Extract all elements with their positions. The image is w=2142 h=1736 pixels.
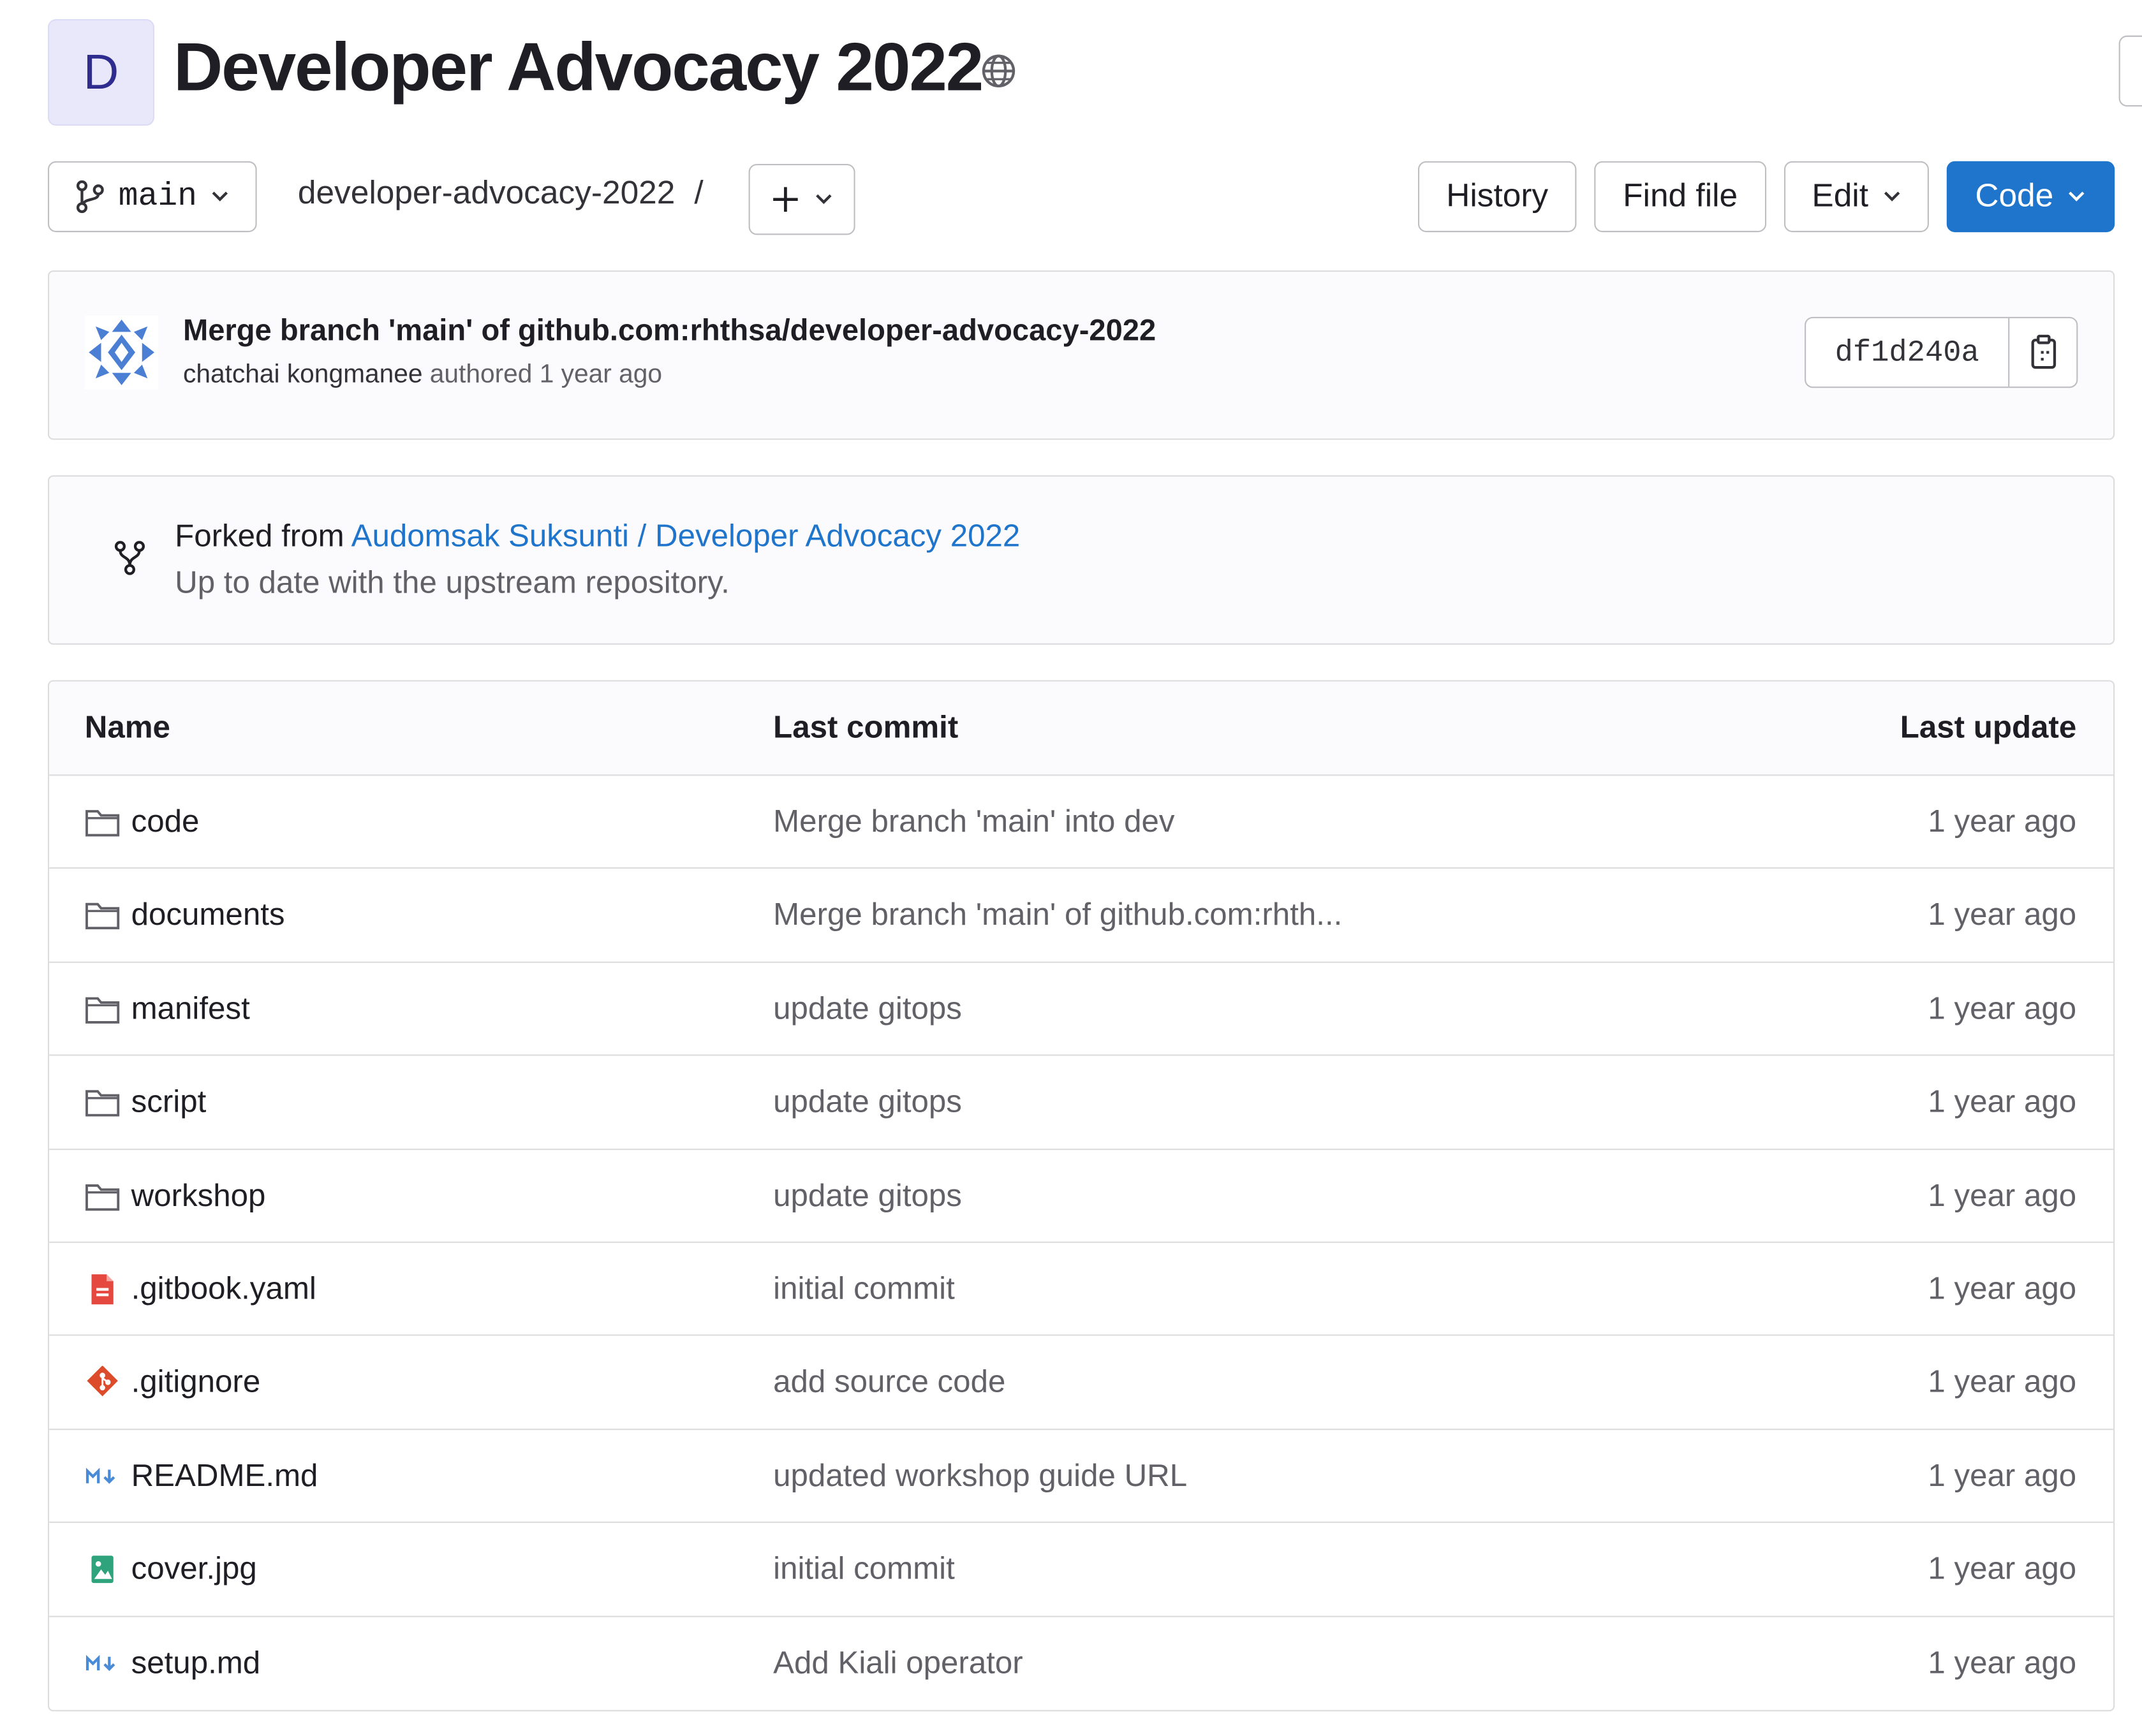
history-button[interactable]: History: [1417, 161, 1577, 233]
fork-status-text: Up to date with the upstream repository.: [175, 564, 730, 600]
chevron-down-icon: [1884, 191, 1900, 202]
branch-selector[interactable]: main: [47, 161, 257, 233]
breadcrumb-project-link[interactable]: developer-advocacy-2022: [298, 175, 675, 212]
last-commit-link[interactable]: add source code: [773, 1364, 1005, 1401]
git-file-icon: [85, 1365, 121, 1399]
code-button-label: Code: [1975, 177, 2054, 215]
commit-title-link[interactable]: Merge branch 'main' of github.com:rhthsa…: [183, 313, 1156, 348]
copy-sha-button[interactable]: [2009, 318, 2076, 386]
folder-link[interactable]: manifest: [131, 990, 250, 1027]
forked-from-text: Forked from Audomsak Suksunti / Develope…: [175, 518, 1020, 555]
edit-button-label: Edit: [1812, 177, 1869, 215]
file-tree-table: Name Last commit Last update code Merge b…: [47, 680, 2115, 1712]
plus-icon: [773, 187, 798, 212]
last-update-time: 1 year ago: [1928, 1644, 2077, 1680]
last-commit-link[interactable]: update gitops: [773, 990, 962, 1027]
last-commit-link[interactable]: update gitops: [773, 1084, 962, 1121]
folder-icon: [85, 1179, 121, 1212]
folder-icon: [85, 899, 121, 932]
column-header-name: Name: [84, 709, 170, 745]
folder-link[interactable]: script: [131, 1084, 207, 1121]
table-header: Name Last commit Last update: [49, 681, 2114, 776]
project-avatar: D: [47, 18, 155, 126]
last-update-time: 1 year ago: [1928, 896, 2077, 932]
breadcrumb-separator: /: [694, 175, 704, 212]
history-button-label: History: [1446, 177, 1549, 215]
last-update-time: 1 year ago: [1928, 1270, 2077, 1306]
last-commit-panel: Merge branch 'main' of github.com:rhthsa…: [47, 270, 2115, 440]
branch-name: main: [118, 178, 198, 216]
folder-link[interactable]: workshop: [131, 1177, 266, 1214]
edit-button[interactable]: Edit: [1784, 161, 1929, 233]
commit-sha[interactable]: df1d240a: [1806, 318, 2010, 387]
file-link[interactable]: .gitignore: [131, 1364, 261, 1401]
markdown-file-icon: [85, 1460, 121, 1492]
markdown-file-icon: [85, 1647, 121, 1679]
page-title: Developer Advocacy 2022: [173, 28, 984, 105]
last-commit-link[interactable]: Add Kiali operator: [773, 1644, 1023, 1681]
last-update-time: 1 year ago: [1928, 1177, 2077, 1212]
file-link[interactable]: cover.jpg: [131, 1550, 257, 1587]
fork-info-panel: Forked from Audomsak Suksunti / Develope…: [47, 475, 2115, 645]
table-body: code Merge branch 'main' into dev 1 year a…: [49, 776, 2114, 1710]
breadcrumb: developer-advocacy-2022 /: [298, 175, 704, 213]
file-link[interactable]: README.md: [131, 1457, 318, 1494]
column-header-last-update: Last update: [1900, 709, 2077, 745]
table-row[interactable]: setup.md Add Kiali operator 1 year ago: [49, 1617, 2113, 1710]
copy-to-clipboard-icon: [2030, 334, 2056, 369]
add-to-tree-button[interactable]: [748, 163, 855, 235]
globe-icon: [982, 54, 1016, 88]
file-link[interactable]: setup.md: [131, 1644, 261, 1681]
notification-button[interactable]: [2118, 35, 2142, 107]
commit-authored-time: authored 1 year ago: [429, 360, 663, 390]
last-update-time: 1 year ago: [1928, 1550, 2077, 1586]
last-update-time: 1 year ago: [1928, 1083, 2077, 1119]
chevron-down-icon: [212, 191, 228, 202]
find-file-button[interactable]: Find file: [1594, 161, 1767, 233]
table-row[interactable]: documents Merge branch 'main' of github.c…: [49, 869, 2114, 963]
table-row[interactable]: cover.jpg initial commit 1 year ago: [49, 1523, 2114, 1617]
forked-from-prefix: Forked from: [175, 517, 344, 554]
last-commit-link[interactable]: Merge branch 'main' of github.com:rhth..…: [773, 897, 1342, 934]
last-commit-link[interactable]: Merge branch 'main' into dev: [773, 803, 1174, 840]
table-row[interactable]: .gitignore add source code 1 year ago: [49, 1336, 2114, 1430]
table-row[interactable]: manifest update gitops 1 year ago: [49, 962, 2114, 1056]
table-row[interactable]: README.md updated workshop guide URL 1 yea…: [49, 1430, 2114, 1524]
chevron-down-icon: [2069, 191, 2085, 202]
chevron-down-icon: [816, 194, 832, 204]
code-button[interactable]: Code: [1946, 161, 2115, 233]
author-avatar[interactable]: [84, 315, 159, 390]
find-file-button-label: Find file: [1623, 177, 1738, 215]
yaml-file-icon: [85, 1273, 121, 1306]
last-commit-link[interactable]: update gitops: [773, 1177, 962, 1214]
forked-from-link[interactable]: Audomsak Suksunti / Developer Advocacy 2…: [351, 518, 1021, 554]
folder-icon: [85, 1086, 121, 1119]
folder-link[interactable]: code: [131, 803, 200, 840]
fork-icon: [114, 541, 145, 575]
commit-meta: chatchai kongmanee authored 1 year ago: [183, 360, 662, 390]
last-update-time: 1 year ago: [1928, 1457, 2077, 1493]
file-link[interactable]: .gitbook.yaml: [131, 1270, 316, 1307]
table-row[interactable]: code Merge branch 'main' into dev 1 year a…: [49, 776, 2114, 869]
last-commit-link[interactable]: initial commit: [773, 1550, 955, 1587]
branch-icon: [76, 180, 104, 214]
commit-sha-group: df1d240a: [1805, 316, 2078, 388]
column-header-last-commit: Last commit: [773, 709, 959, 745]
last-commit-link[interactable]: initial commit: [773, 1270, 955, 1307]
folder-link[interactable]: documents: [131, 897, 285, 934]
last-update-time: 1 year ago: [1928, 803, 2077, 839]
last-commit-link[interactable]: updated workshop guide URL: [773, 1457, 1187, 1494]
commit-author-link[interactable]: chatchai kongmanee: [183, 360, 423, 389]
last-update-time: 1 year ago: [1928, 1364, 2077, 1399]
last-update-time: 1 year ago: [1928, 990, 2077, 1026]
table-row[interactable]: .gitbook.yaml initial commit 1 year ago: [49, 1243, 2114, 1337]
folder-icon: [85, 806, 121, 839]
folder-icon: [85, 992, 121, 1025]
table-row[interactable]: workshop update gitops 1 year ago: [49, 1149, 2114, 1243]
image-file-icon: [85, 1553, 121, 1585]
table-row[interactable]: script update gitops 1 year ago: [49, 1056, 2114, 1150]
